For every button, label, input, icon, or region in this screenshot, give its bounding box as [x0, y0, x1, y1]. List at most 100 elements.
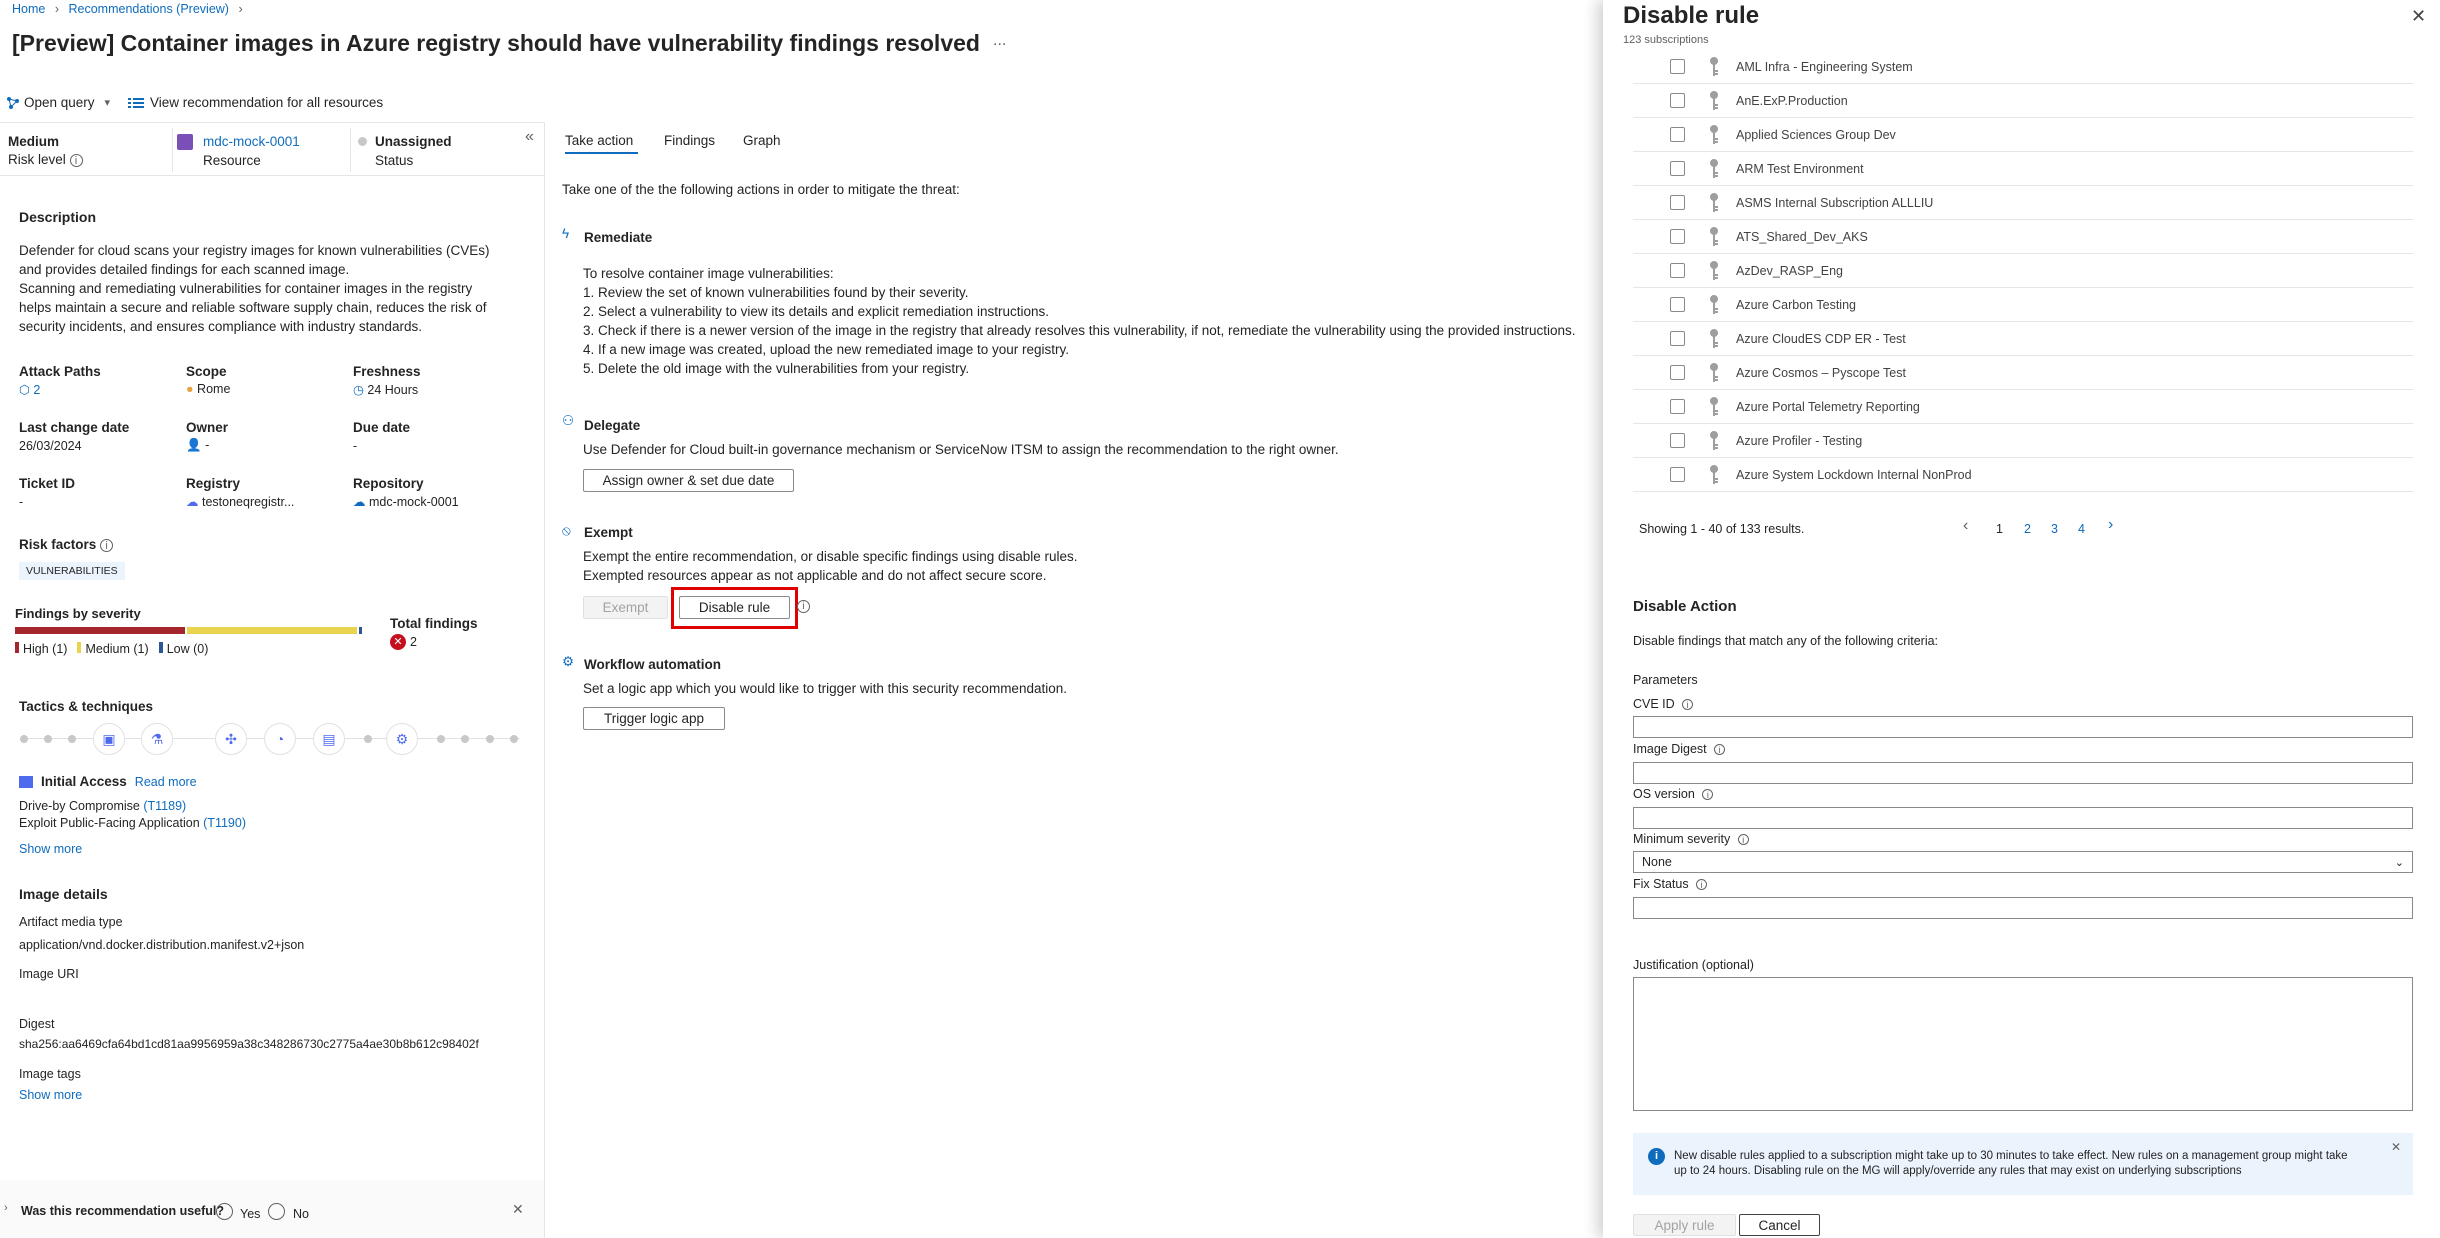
tactic-dot[interactable] — [486, 735, 494, 743]
os-version-input[interactable] — [1633, 807, 2413, 829]
tab-take-action[interactable]: Take action — [565, 133, 633, 148]
feedback-question: Was this recommendation useful? — [21, 1204, 225, 1218]
info-banner-line: New disable rules applied to a subscript… — [1674, 1150, 2348, 1162]
discovery-icon[interactable]: ⚙ — [386, 723, 418, 755]
attack-paths-field: Attack Paths ⬡ 2 — [19, 364, 101, 397]
subscription-checkbox[interactable] — [1670, 331, 1685, 346]
info-icon[interactable]: i — [69, 154, 83, 167]
total-findings-label: Total findings — [390, 616, 478, 631]
image-uri-label: Image URI — [19, 967, 79, 981]
page-1[interactable]: 1 — [1996, 522, 2003, 536]
subscription-checkbox[interactable] — [1670, 365, 1685, 380]
key-icon — [1707, 328, 1721, 350]
digest-value: sha256:aa6469cfa64bd1cd81aa9956959a38c34… — [19, 1037, 479, 1051]
info-icon[interactable]: i — [1702, 789, 1714, 800]
list-icon — [128, 97, 144, 108]
info-icon[interactable]: i — [1737, 834, 1749, 845]
persistence-icon[interactable]: ✣ — [215, 723, 247, 755]
info-icon[interactable]: i — [797, 600, 810, 613]
tactic-dot[interactable] — [44, 735, 52, 743]
subscription-checkbox[interactable] — [1670, 195, 1685, 210]
more-options-button[interactable]: ... — [993, 32, 1006, 50]
close-banner-icon[interactable]: ✕ — [2391, 1140, 2401, 1154]
subscription-checkbox[interactable] — [1670, 263, 1685, 278]
open-query-button[interactable]: Open query ▾ — [6, 95, 110, 110]
row-divider — [1633, 117, 2413, 118]
info-icon[interactable]: i — [1682, 699, 1694, 710]
fix-status-input[interactable] — [1633, 897, 2413, 919]
tactic-dot[interactable] — [364, 735, 372, 743]
resource-label: Resource — [203, 153, 261, 168]
subscription-checkbox[interactable] — [1670, 161, 1685, 176]
page-3[interactable]: 3 — [2051, 522, 2058, 536]
previous-page-icon[interactable]: ‹ — [1963, 517, 1968, 535]
remediate-heading: Remediate — [584, 230, 653, 245]
privilege-escalation-icon[interactable]: ◔ — [264, 723, 296, 755]
fix-status-text: Fix Status — [1633, 877, 1689, 891]
chevron-right-icon[interactable]: › — [4, 1202, 8, 1214]
show-more-image-link[interactable]: Show more — [19, 1088, 82, 1102]
image-digest-input[interactable] — [1633, 762, 2413, 784]
tactic-dot[interactable] — [68, 735, 76, 743]
breadcrumb-recommendations[interactable]: Recommendations (Preview) — [68, 2, 228, 16]
apply-rule-button[interactable]: Apply rule — [1633, 1214, 1736, 1236]
technique-link[interactable]: (T1190) — [203, 816, 246, 830]
subscription-checkbox[interactable] — [1670, 59, 1685, 74]
assign-owner-button[interactable]: Assign owner & set due date — [583, 469, 794, 492]
close-panel-icon[interactable]: ✕ — [2411, 6, 2426, 27]
freshness-value: 24 Hours — [367, 383, 419, 397]
info-icon[interactable]: i — [1714, 744, 1726, 755]
tab-graph[interactable]: Graph — [743, 133, 781, 148]
disable-rule-button[interactable]: Disable rule — [679, 596, 790, 619]
subscription-checkbox[interactable] — [1670, 127, 1685, 142]
info-icon[interactable]: i — [100, 539, 114, 552]
cancel-button[interactable]: Cancel — [1739, 1214, 1820, 1236]
subscription-checkbox[interactable] — [1670, 297, 1685, 312]
subscription-checkbox[interactable] — [1670, 229, 1685, 244]
execution-icon[interactable]: ⚗ — [141, 723, 173, 755]
row-divider — [1633, 321, 2413, 322]
ticket-field: Ticket ID - — [19, 476, 75, 509]
page-4[interactable]: 4 — [2078, 522, 2085, 536]
no-radio[interactable] — [268, 1203, 285, 1220]
subscription-checkbox[interactable] — [1670, 399, 1685, 414]
defense-evasion-icon[interactable]: ▤ — [313, 723, 345, 755]
row-divider — [1633, 457, 2413, 458]
initial-access-icon[interactable]: ▣ — [93, 723, 125, 755]
cve-id-input[interactable] — [1633, 716, 2413, 738]
trigger-logic-app-button[interactable]: Trigger logic app — [583, 707, 725, 730]
tactic-dot[interactable] — [461, 735, 469, 743]
resource-link[interactable]: mdc-mock-0001 — [203, 134, 300, 149]
close-feedback-icon[interactable]: ✕ — [512, 1201, 524, 1218]
cloud-icon: ☁ — [353, 495, 366, 509]
status-value: Unassigned — [375, 134, 452, 149]
active-tab-underline — [565, 152, 638, 154]
key-icon — [1707, 226, 1721, 248]
high-severity-segment — [15, 627, 185, 634]
subscription-checkbox[interactable] — [1670, 433, 1685, 448]
tab-findings[interactable]: Findings — [664, 133, 715, 148]
yes-radio[interactable] — [216, 1203, 233, 1220]
tactic-dot[interactable] — [20, 735, 28, 743]
page-2[interactable]: 2 — [2024, 522, 2031, 536]
collapse-panel-icon[interactable]: « — [525, 128, 534, 146]
read-more-link[interactable]: Read more — [135, 775, 197, 789]
divider — [0, 175, 545, 176]
attack-paths-value[interactable]: 2 — [33, 383, 40, 397]
subscription-checkbox[interactable] — [1670, 93, 1685, 108]
row-divider — [1633, 491, 2413, 492]
risk-factors-label: Risk factors — [19, 537, 97, 552]
show-more-tactics-link[interactable]: Show more — [19, 842, 82, 856]
digest-label: Digest — [19, 1017, 55, 1031]
minimum-severity-select[interactable]: None ⌄ — [1633, 851, 2413, 873]
next-page-icon[interactable]: › — [2108, 516, 2113, 534]
breadcrumb-home[interactable]: Home — [12, 2, 45, 16]
tactic-dot[interactable] — [510, 735, 518, 743]
view-all-resources-button[interactable]: View recommendation for all resources — [128, 95, 383, 110]
exempt-button[interactable]: Exempt — [583, 596, 668, 619]
subscription-checkbox[interactable] — [1670, 467, 1685, 482]
info-icon[interactable]: i — [1696, 879, 1708, 890]
justification-textarea[interactable] — [1633, 977, 2413, 1111]
tactic-dot[interactable] — [437, 735, 445, 743]
technique-link[interactable]: (T1189) — [143, 799, 186, 813]
